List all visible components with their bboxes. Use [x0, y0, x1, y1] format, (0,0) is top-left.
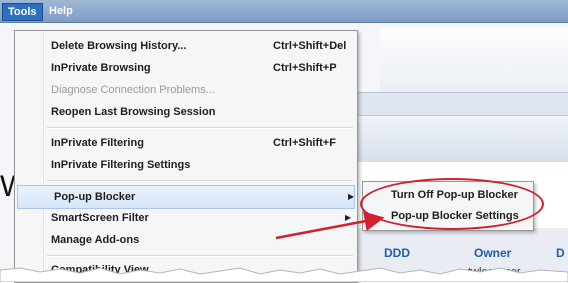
annotation-arrow [275, 211, 385, 240]
torn-paper-edge [0, 267, 568, 282]
annotation-arrow-line [275, 211, 385, 240]
